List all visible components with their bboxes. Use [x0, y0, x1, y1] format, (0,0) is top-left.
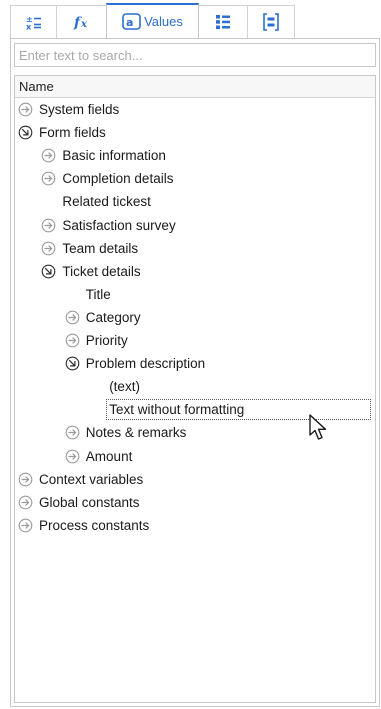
tree-node-form-fields[interactable]: Form fields: [18, 122, 106, 143]
tree-node-title[interactable]: Title: [86, 284, 111, 305]
tree-node-label: Priority: [85, 333, 128, 348]
expand-arrow-down-icon[interactable]: [65, 356, 80, 371]
tree-node-label: Context variables: [39, 471, 144, 487]
tree-node-satisfaction-survey[interactable]: Satisfaction survey: [41, 215, 176, 236]
list-icon: [215, 14, 231, 30]
function-icon: f x: [73, 14, 91, 30]
search-input[interactable]: [15, 44, 375, 66]
expand-arrow-right-icon[interactable]: [18, 518, 33, 533]
mouse-pointer-icon: [308, 414, 330, 445]
expand-arrow-right-icon[interactable]: [18, 495, 33, 510]
tree-node-global-constants[interactable]: Global constants: [18, 492, 140, 513]
expand-arrow-right-icon[interactable]: [41, 241, 56, 256]
tab-list[interactable]: [198, 5, 248, 38]
tree-node-related-tickest[interactable]: Related tickest: [62, 191, 151, 212]
tree-node-label: (text): [109, 379, 140, 395]
tree-node-label: Form fields: [39, 125, 106, 141]
tree-node-label: Basic information: [62, 148, 166, 164]
tab-values[interactable]: a Values: [106, 3, 199, 38]
tab-functions[interactable]: f x: [56, 5, 107, 38]
expand-arrow-right-icon[interactable]: [41, 218, 56, 233]
tree-node-label: Related tickest: [62, 194, 151, 210]
expand-arrow-down-icon[interactable]: [18, 125, 33, 140]
values-icon: a: [122, 13, 141, 30]
expand-arrow-right-icon[interactable]: [41, 171, 56, 186]
tree-node-label: Problem description: [85, 356, 206, 372]
svg-text:x: x: [26, 23, 32, 31]
tree-node-label: Title: [85, 286, 111, 302]
tree-node-label: Satisfaction survey: [62, 217, 176, 233]
tab-variables[interactable]: ± x: [10, 5, 57, 38]
expand-arrow-right-icon[interactable]: [41, 148, 56, 163]
expand-arrow-right-icon[interactable]: [18, 472, 33, 487]
tree-node-priority[interactable]: Priority: [65, 330, 128, 351]
tree-node-ticket-details[interactable]: Ticket details: [41, 261, 141, 282]
tree-node-label: Process constants: [39, 517, 150, 533]
expand-arrow-right-icon[interactable]: [65, 333, 80, 348]
tree-node-label: Ticket details: [62, 263, 141, 279]
tree-node-label: Global constants: [39, 494, 140, 510]
tree-node-text-without-formatting[interactable]: Text without formatting: [109, 399, 244, 420]
tree-column-header[interactable]: Name: [15, 76, 375, 98]
tree-node-notes-remarks[interactable]: Notes & remarks: [65, 422, 187, 443]
search-box[interactable]: [14, 43, 376, 67]
tree-node-system-fields[interactable]: System fields: [18, 99, 119, 120]
tree-node-label: Amount: [85, 448, 133, 464]
expand-arrow-right-icon[interactable]: [65, 425, 80, 440]
values-panel: Name System fields Form fields Basic infor…: [10, 38, 380, 707]
tree-node-label: Text without formatting: [109, 402, 245, 418]
tree-node-label: System fields: [39, 102, 120, 117]
column-header-name: Name: [19, 79, 54, 94]
tree-node-process-constants[interactable]: Process constants: [18, 515, 149, 536]
expand-arrow-right-icon[interactable]: [65, 449, 80, 464]
tree-node-label: Category: [85, 309, 141, 325]
tab-strip: ± x f x a Values: [10, 3, 295, 38]
svg-text:x: x: [80, 19, 88, 30]
tab-bracket-list[interactable]: [247, 5, 295, 38]
expand-arrow-right-icon[interactable]: [65, 310, 80, 325]
tree-node-completion-details[interactable]: Completion details: [41, 168, 173, 189]
tree-node-problem-description[interactable]: Problem description: [65, 353, 205, 374]
tree-node-category[interactable]: Category: [65, 307, 141, 328]
values-picker-window: ± x f x a Values Enter text to search...…: [0, 0, 381, 709]
tree-node-team-details[interactable]: Team details: [41, 238, 138, 259]
tree-node-label: Completion details: [62, 171, 174, 187]
tree-node-amount[interactable]: Amount: [65, 446, 133, 467]
tree-node-text[interactable]: (text): [109, 376, 140, 397]
tree-node-label: Notes & remarks: [85, 425, 187, 441]
expand-arrow-down-icon[interactable]: [41, 264, 56, 279]
tab-values-label: Values: [144, 14, 183, 29]
tree-node-label: Team details: [62, 240, 139, 256]
svg-text:a: a: [126, 16, 133, 29]
variable-assign-icon: ± x: [25, 14, 43, 30]
expand-arrow-right-icon[interactable]: [18, 102, 33, 117]
bracket-list-icon: [263, 13, 279, 31]
tree-node-basic-information[interactable]: Basic information: [41, 145, 166, 166]
tree-node-context-variables[interactable]: Context variables: [18, 469, 143, 490]
values-tree: Name System fields Form fields Basic infor…: [14, 75, 376, 703]
